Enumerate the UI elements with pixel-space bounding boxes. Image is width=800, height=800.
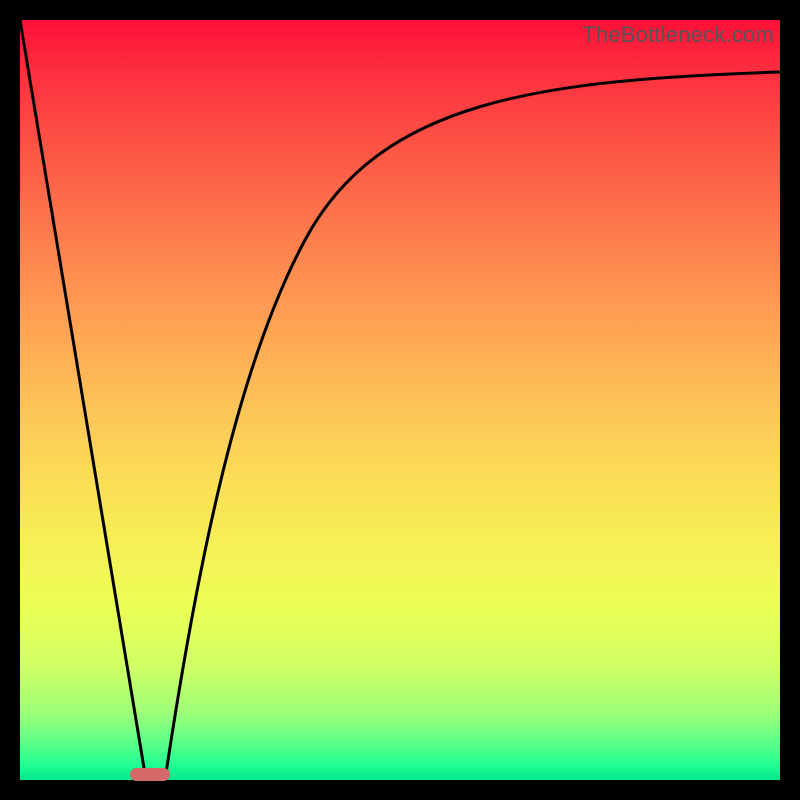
optimum-marker	[130, 768, 170, 781]
left-line-path	[20, 20, 146, 780]
right-curve-path	[165, 72, 780, 780]
chart-frame: TheBottleneck.com	[0, 0, 800, 800]
plot-area: TheBottleneck.com	[20, 20, 780, 780]
curve-layer	[20, 20, 780, 780]
